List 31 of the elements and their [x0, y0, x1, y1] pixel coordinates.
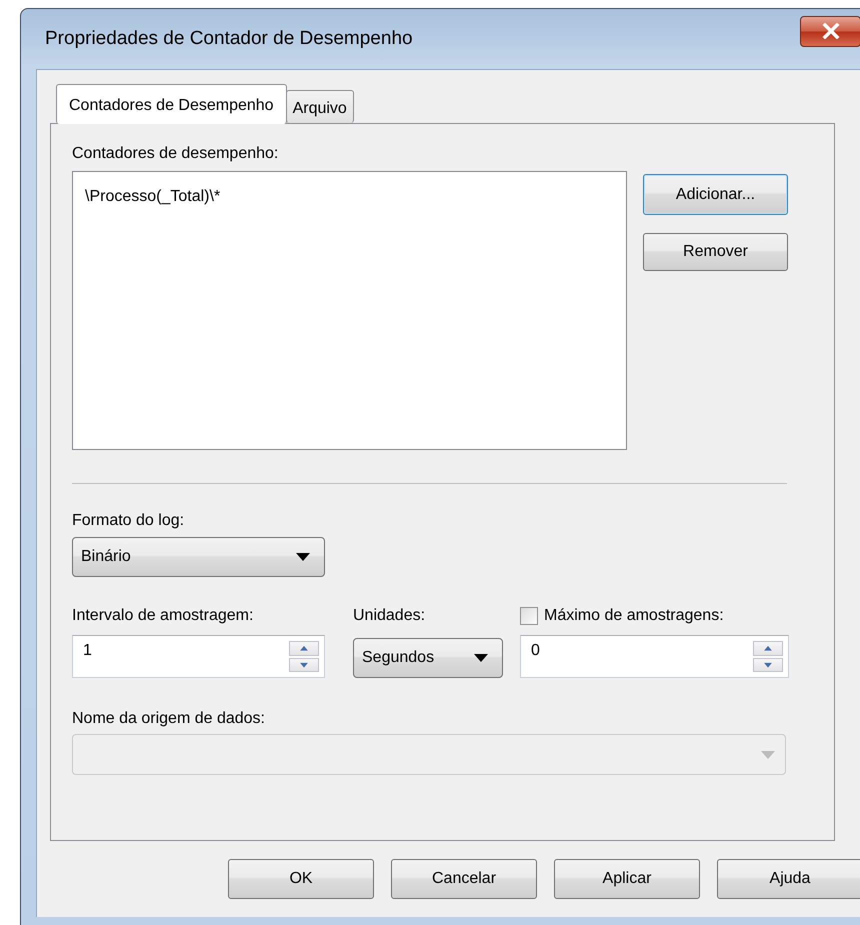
number-field[interactable]: 1	[72, 635, 325, 678]
checkbox-label: Máximo de amostragens:	[544, 607, 724, 625]
close-icon	[822, 23, 840, 39]
remove-button[interactable]: Remover	[643, 233, 788, 271]
tab[interactable]: Arquivo	[286, 90, 354, 123]
field-label: Formato do log:	[72, 512, 186, 530]
dialog-button[interactable]: OK	[228, 859, 374, 899]
field-label: Nome da origem de dados:	[72, 710, 266, 728]
close-button[interactable]	[800, 16, 860, 46]
dropdown[interactable]: Segundos	[353, 638, 503, 678]
list-item[interactable]: \Processo(_Total)\*	[85, 188, 614, 206]
dialog-button[interactable]: Cancelar	[391, 859, 537, 899]
window-title: Propriedades de Contador de Desempenho	[45, 28, 413, 50]
field-label: Contadores de desempenho:	[72, 145, 280, 163]
add-button[interactable]: Adicionar...	[643, 174, 788, 215]
spin-up-icon[interactable]	[289, 641, 319, 656]
dropdown[interactable]: Binário	[72, 537, 325, 577]
checkbox[interactable]	[520, 607, 538, 625]
counter-list[interactable]: \Processo(_Total)\*	[72, 171, 627, 450]
dropdown-arrow-icon	[474, 654, 488, 662]
spin-up-icon[interactable]	[753, 641, 783, 656]
spin-down-icon[interactable]	[753, 658, 783, 672]
spin-down-icon[interactable]	[289, 658, 319, 672]
dialog-button[interactable]: Aplicar	[554, 859, 700, 899]
number-field[interactable]: 0	[520, 635, 789, 678]
field-label: Unidades:	[353, 607, 426, 625]
dialog-button[interactable]: Ajuda	[717, 859, 860, 899]
dropdown-arrow-icon	[761, 750, 775, 758]
field-label: Intervalo de amostragem:	[72, 607, 254, 625]
tab[interactable]: Contadores de Desempenho	[56, 84, 287, 124]
dropdown-arrow-icon	[296, 553, 310, 561]
